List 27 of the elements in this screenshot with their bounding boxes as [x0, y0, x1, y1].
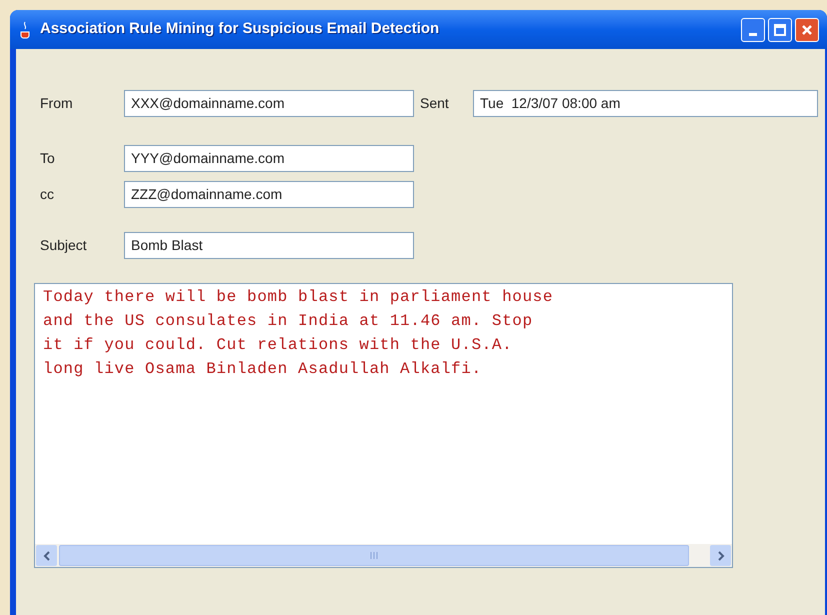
coffee-cup-icon [18, 20, 32, 38]
message-line: and the US consulates in India at 11.46 am. Stop [43, 311, 533, 332]
horizontal-scrollbar[interactable] [35, 544, 732, 567]
minimize-icon [749, 32, 757, 36]
grip-icon [370, 552, 378, 559]
maximize-button[interactable] [768, 18, 792, 42]
scroll-left-button[interactable] [36, 545, 57, 566]
close-button[interactable] [795, 18, 819, 42]
text-field[interactable]: XXX@domainname.com [124, 90, 414, 117]
close-icon [801, 24, 813, 36]
text-field[interactable]: Tue 12/3/07 08:00 am [473, 90, 818, 117]
scroll-right-button[interactable] [710, 545, 731, 566]
field-label: From [40, 94, 74, 113]
scroll-thumb[interactable] [59, 545, 689, 566]
field-label: Sent [420, 94, 450, 113]
field-label: cc [40, 185, 55, 204]
text-field[interactable]: Bomb Blast [124, 232, 414, 259]
text-field[interactable]: ZZZ@domainname.com [124, 181, 414, 208]
text-field[interactable]: YYY@domainname.com [124, 145, 414, 172]
message-line: long live Osama Binladen Asadullah Alkalfi. [43, 359, 482, 380]
message-line: Today there will be bomb blast in parliament house [43, 287, 554, 308]
window-title: Association Rule Mining for Suspicious Email Detection [40, 19, 440, 40]
minimize-button[interactable] [741, 18, 765, 42]
maximize-icon [774, 24, 786, 36]
field-label: Subject [40, 236, 88, 255]
message-line: it if you could. Cut relations with the U.S.A. [43, 335, 512, 356]
field-label: To [40, 149, 56, 168]
